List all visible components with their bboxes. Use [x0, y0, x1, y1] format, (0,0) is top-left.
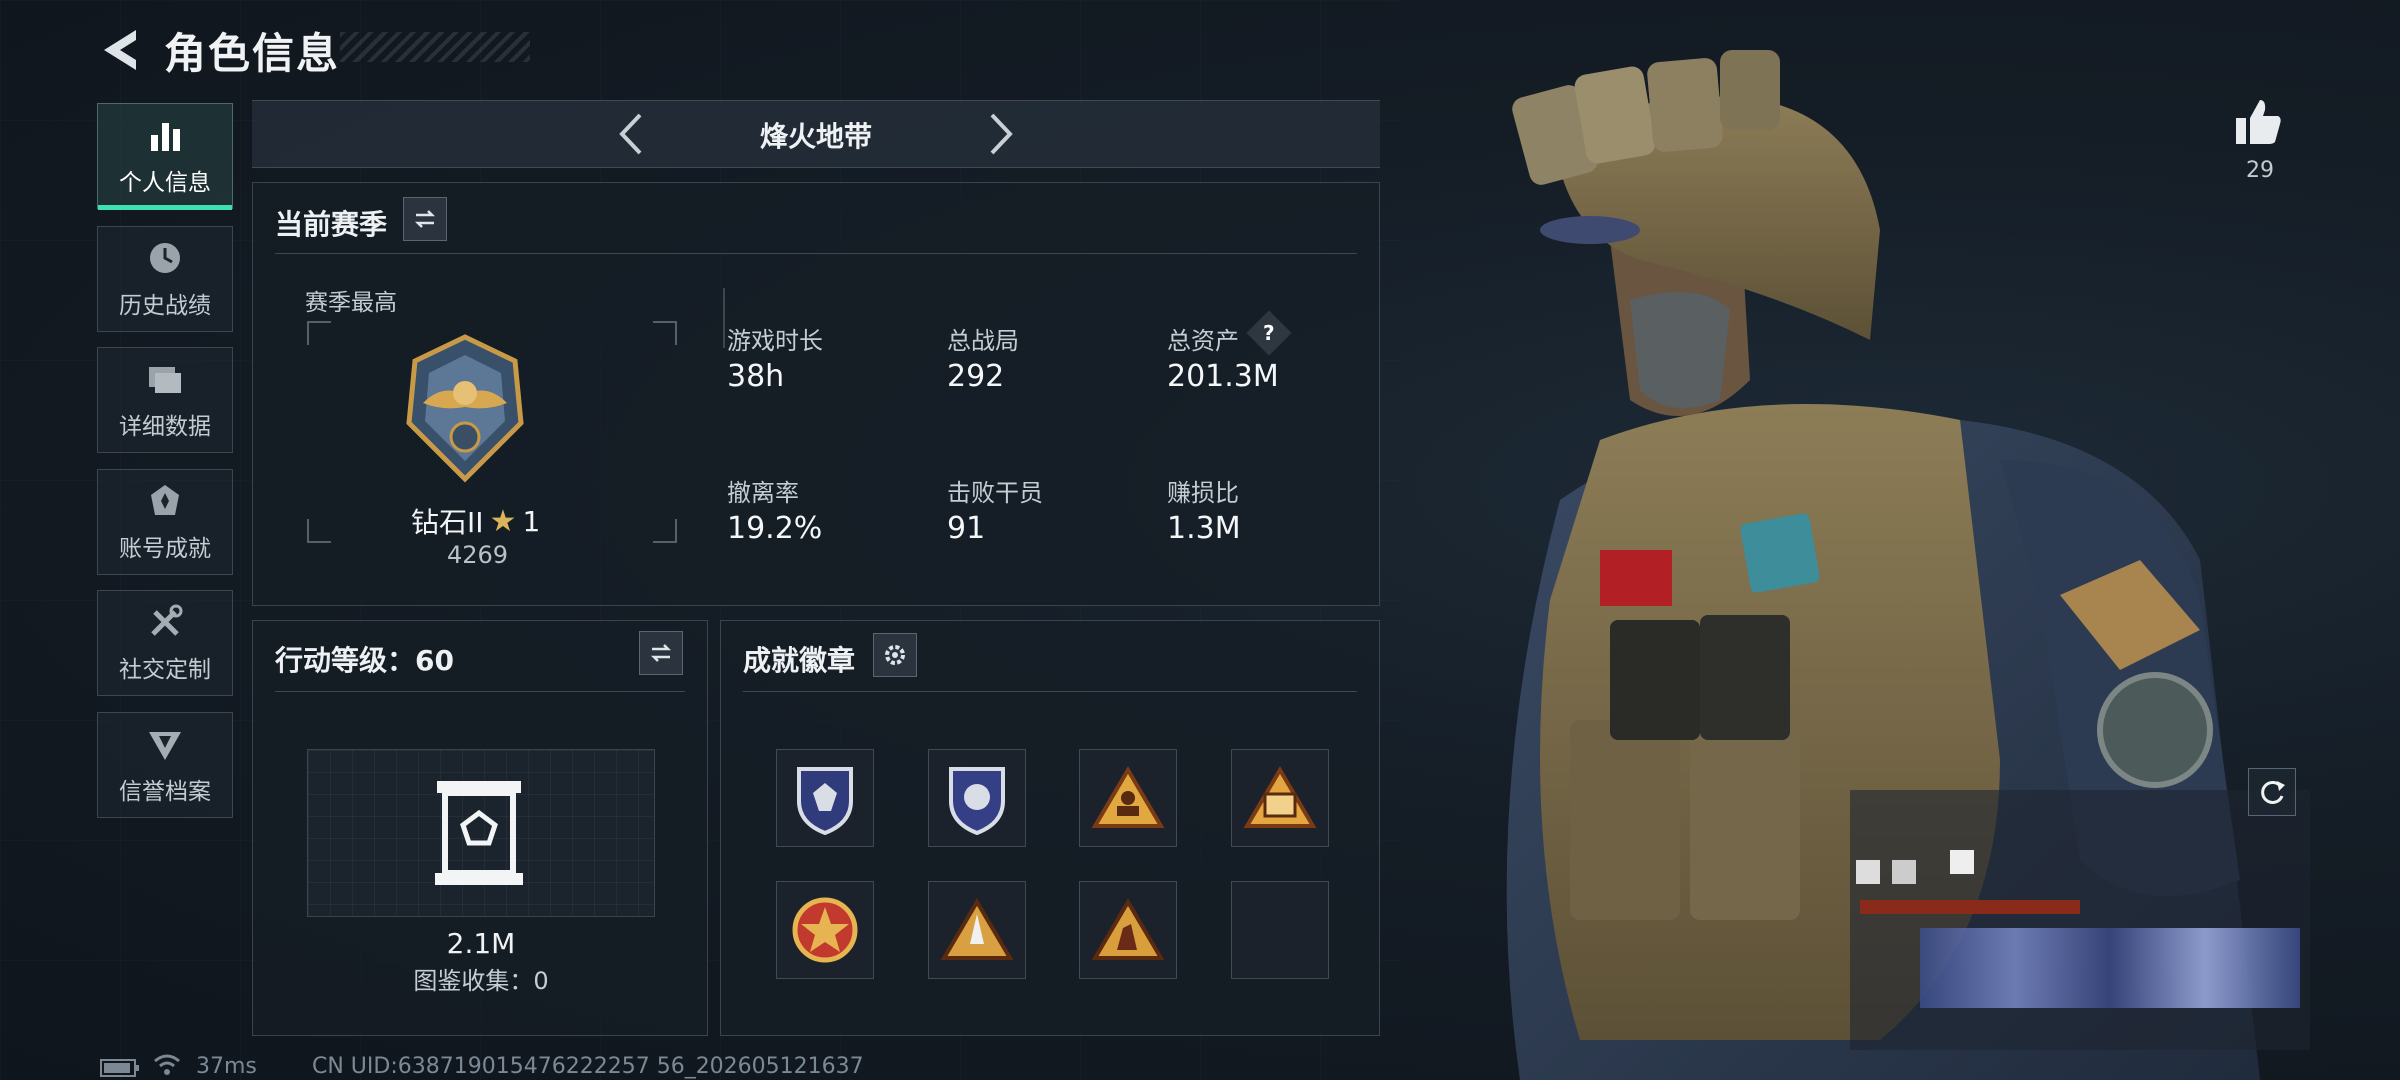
achievements-panel: 成就徽章: [720, 620, 1380, 1036]
star-icon: ★: [489, 503, 517, 539]
frame-corner: [653, 519, 677, 543]
rank-name: 钻石II: [411, 506, 484, 539]
page-title: 角色信息: [164, 29, 341, 78]
pixelated-name-overlay: [1850, 790, 2310, 1050]
shield-badge-icon: [797, 767, 853, 835]
action-level-switch-button[interactable]: [639, 631, 683, 675]
season-title: 当前赛季: [275, 208, 388, 241]
stat-label: 总资产: [1167, 327, 1239, 355]
star-medal-badge-icon: [792, 897, 858, 963]
rank-emblem-icon: [406, 334, 524, 483]
stat-value: 292: [947, 359, 1005, 394]
rotate-character-button[interactable]: [2248, 768, 2296, 816]
achievement-icon: [151, 485, 179, 515]
uid-text: CN UID:638719015476222257 56_20260512163…: [312, 1054, 864, 1079]
like-count: 29: [2246, 158, 2274, 183]
season-switch-button[interactable]: [403, 197, 447, 241]
pixelated-bar: [1860, 900, 2080, 914]
triangle-runner-badge-icon: [1091, 766, 1165, 828]
battery-icon: [100, 1059, 139, 1077]
sidebar-item-achievements[interactable]: 账号成就: [97, 469, 233, 575]
stat-label: 总战局: [947, 327, 1019, 355]
sidebar-item-label: 历史战绩: [119, 293, 211, 319]
rank-score: 4269: [447, 541, 509, 569]
pixel-square: [1950, 850, 1974, 874]
triangle-sb-badge-icon: [1243, 766, 1317, 828]
stat-value: 201.3M: [1167, 359, 1279, 394]
collection-count: 图鉴收集：0: [413, 967, 549, 995]
achievement-badge[interactable]: [1079, 881, 1177, 979]
history-clock-icon: [150, 243, 180, 273]
sidebar-item-label: 个人信息: [119, 170, 211, 196]
help-icon[interactable]: ?: [1246, 310, 1292, 356]
frame-corner: [307, 321, 331, 345]
rank-display: 钻石II ★ 1: [411, 501, 540, 541]
stat-label: 撤离率: [727, 479, 799, 507]
achievement-badge[interactable]: [776, 881, 874, 979]
stat-marker: [723, 288, 725, 348]
frame-corner: [653, 321, 677, 345]
stat-value: 91: [947, 511, 986, 546]
folder-icon: [149, 367, 181, 393]
ping-text: 37ms: [196, 1054, 257, 1079]
swap-icon: [650, 644, 672, 662]
triangle-soldier-badge-icon: [1091, 898, 1165, 960]
achievement-badge[interactable]: [1231, 749, 1329, 847]
thumbs-up-icon[interactable]: [2232, 96, 2284, 148]
stat-value: 38h: [727, 359, 785, 394]
stat-label: 击败干员: [947, 479, 1043, 507]
sidebar-item-detailed-data[interactable]: 详细数据: [97, 347, 233, 453]
mode-selector: 烽火地带: [252, 100, 1380, 168]
display-case-icon: [435, 781, 523, 885]
frame-corner: [307, 519, 331, 543]
achievement-badge[interactable]: [1079, 749, 1177, 847]
achievement-slot-empty[interactable]: [1231, 881, 1329, 979]
mode-name: 烽火地带: [759, 120, 872, 153]
swap-icon: [414, 210, 436, 228]
sidebar-item-label: 信誉档案: [119, 779, 211, 805]
pixelated-block: [1920, 928, 2300, 1008]
rank-stars: 1: [522, 504, 541, 538]
achievements-title: 成就徽章: [743, 644, 856, 677]
rotate-icon: [2261, 780, 2285, 804]
season-panel: 当前赛季 赛季最高 钻石II ★ 1 4269 游戏时长 38h 总战局 292…: [252, 182, 1380, 606]
achievement-badge[interactable]: [776, 749, 874, 847]
divider: [743, 691, 1357, 692]
collection-value: 2.1M: [446, 927, 516, 960]
sidebar-item-reputation[interactable]: 信誉档案: [97, 712, 233, 818]
gear-icon: [885, 645, 905, 665]
sidebar-item-label: 详细数据: [119, 414, 211, 440]
triangle-rocket-badge-icon: [940, 898, 1014, 960]
shield-badge-icon: [949, 767, 1005, 835]
title-decoration: [340, 32, 530, 62]
season-best-label: 赛季最高: [305, 290, 397, 316]
sidebar-item-label: 社交定制: [119, 657, 211, 683]
sidebar-item-personal-info[interactable]: 个人信息: [97, 103, 233, 210]
sidebar-item-social[interactable]: 社交定制: [97, 590, 233, 696]
stat-label: 游戏时长: [727, 327, 823, 355]
tools-icon: [151, 604, 183, 636]
stat-label: 赚损比: [1167, 479, 1239, 507]
sidebar-item-label: 账号成就: [119, 536, 211, 562]
pixel-square: [1856, 860, 1880, 884]
reputation-icon: [149, 732, 181, 760]
stat-value: 19.2%: [727, 511, 823, 546]
divider: [275, 253, 1357, 254]
divider: [275, 691, 685, 692]
sidebar-item-history[interactable]: 历史战绩: [97, 226, 233, 332]
stat-value: 1.3M: [1167, 511, 1241, 546]
achievements-settings-button[interactable]: [873, 633, 917, 677]
wifi-icon: [154, 1054, 180, 1075]
back-arrow-icon[interactable]: [96, 24, 144, 76]
achievement-badge[interactable]: [928, 881, 1026, 979]
achievement-badge[interactable]: [928, 749, 1026, 847]
action-level-panel: 行动等级：60 2.1M 图鉴收集：0: [252, 620, 708, 1036]
next-mode-arrow-icon[interactable]: [980, 109, 1020, 159]
pixel-square: [1892, 860, 1916, 884]
bar-chart-icon: [151, 123, 180, 151]
action-level-title: 行动等级：60: [275, 644, 454, 677]
